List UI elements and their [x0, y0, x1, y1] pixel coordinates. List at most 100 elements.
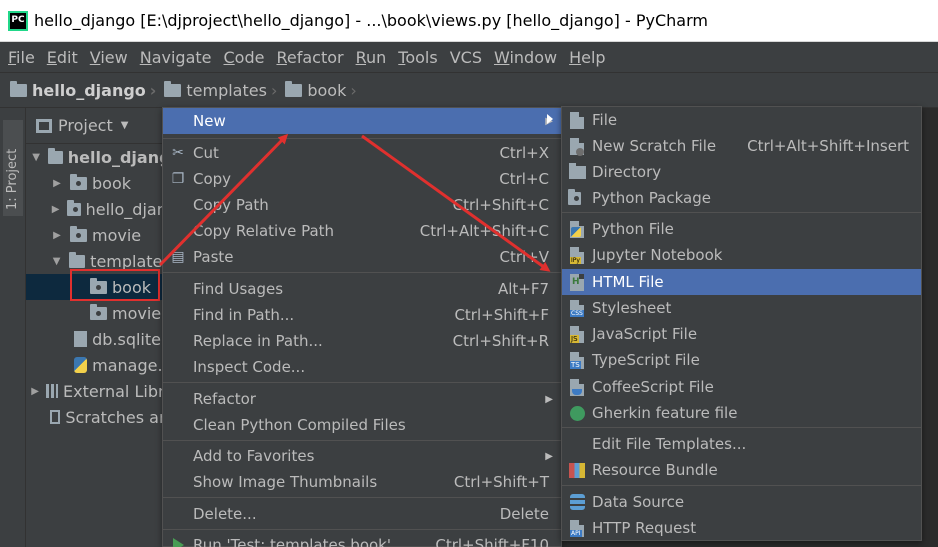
window-title-bar: PC hello_django [E:\djproject\hello_djan… — [0, 0, 938, 42]
expand-arrow-icon[interactable]: ▼ — [30, 152, 42, 163]
copy-icon: ❐ — [171, 171, 185, 187]
tree-item-book[interactable]: ▶ book — [26, 170, 166, 196]
menu-view[interactable]: View — [84, 48, 134, 67]
submenu-arrow-icon: ▶ — [545, 450, 553, 462]
expand-arrow-icon[interactable]: ▼ — [50, 256, 63, 267]
menu-item-show-thumbnails[interactable]: Show Image Thumbnails Ctrl+Shift+T — [163, 469, 561, 495]
tree-item-hello-django-root[interactable]: ▼ hello_django — [26, 144, 166, 170]
folder-icon — [90, 303, 107, 320]
menu-item-run-test[interactable]: Run 'Test: templates.book' Ctrl+Shift+F1… — [163, 532, 561, 547]
new-submenu: File New Scratch File Ctrl+Alt+Shift+Ins… — [561, 106, 922, 541]
submenu-item-resource-bundle[interactable]: Resource Bundle — [562, 457, 921, 483]
window-title: hello_django [E:\djproject\hello_django]… — [34, 11, 708, 30]
menu-separator — [562, 485, 921, 486]
submenu-item-gherkin-feature[interactable]: Gherkin feature file — [562, 400, 921, 426]
tree-item-templates-movie[interactable]: movie — [26, 300, 166, 326]
menu-item-find-in-path[interactable]: Find in Path... Ctrl+Shift+F — [163, 302, 561, 328]
project-view-icon — [36, 118, 52, 133]
menu-run[interactable]: Run — [350, 48, 393, 67]
menu-file[interactable]: File — [2, 48, 41, 67]
submenu-item-python-file[interactable]: Python File — [562, 216, 921, 242]
menu-item-find-usages[interactable]: Find Usages Alt+F7 — [163, 276, 561, 302]
resource-bundle-icon — [568, 461, 586, 479]
collapse-arrow-icon[interactable]: ▶ — [30, 386, 40, 397]
breadcrumb-item-book[interactable]: book › — [285, 80, 360, 100]
tree-item-external-libraries[interactable]: ▶ External Libraries — [26, 378, 166, 404]
project-panel-header[interactable]: Project ▼ — [26, 108, 166, 144]
folder-icon — [164, 80, 182, 97]
submenu-item-python-package[interactable]: Python Package — [562, 185, 921, 211]
menu-refactor[interactable]: Refactor — [270, 48, 349, 67]
submenu-item-http-request[interactable]: HTTP Request — [562, 515, 921, 541]
submenu-item-data-source[interactable]: Data Source — [562, 489, 921, 515]
run-icon — [169, 536, 187, 547]
file-icon — [568, 111, 586, 129]
menu-item-copy-path[interactable]: Copy Path Ctrl+Shift+C — [163, 192, 561, 218]
collapse-arrow-icon[interactable]: ▶ — [50, 178, 64, 189]
menu-code[interactable]: Code — [218, 48, 271, 67]
tree-item-manage-py[interactable]: manage.py — [26, 352, 166, 378]
pycharm-logo-icon: PC — [8, 10, 28, 31]
scratches-icon — [50, 410, 61, 424]
menu-item-inspect-code[interactable]: Inspect Code... — [163, 354, 561, 380]
python-file-icon — [568, 220, 586, 238]
coffee-file-icon — [568, 378, 586, 396]
chevron-right-icon: › — [149, 80, 157, 100]
menu-tools[interactable]: Tools — [392, 48, 443, 67]
chevron-right-icon: › — [270, 80, 278, 100]
menu-help[interactable]: Help — [563, 48, 611, 67]
menu-window[interactable]: Window — [488, 48, 563, 67]
submenu-item-coffeescript-file[interactable]: CoffeeScript File — [562, 374, 921, 400]
menu-separator — [163, 497, 561, 498]
submenu-item-new-scratch-file[interactable]: New Scratch File Ctrl+Alt+Shift+Insert — [562, 133, 921, 159]
tree-item-hello-django[interactable]: ▶ hello_django — [26, 196, 166, 222]
menu-item-replace-in-path[interactable]: Replace in Path... Ctrl+Shift+R — [163, 328, 561, 354]
folder-icon — [285, 80, 303, 97]
menu-navigate[interactable]: Navigate — [134, 48, 218, 67]
python-file-icon — [74, 357, 88, 373]
menu-item-new[interactable]: New ▶ — [163, 108, 561, 134]
menu-item-copy-relative-path[interactable]: Copy Relative Path Ctrl+Alt+Shift+C — [163, 218, 561, 244]
submenu-arrow-icon: ▶ — [545, 393, 553, 405]
menu-separator — [163, 529, 561, 530]
directory-icon — [568, 162, 586, 181]
menu-separator — [163, 440, 561, 441]
menu-item-clean-compiled[interactable]: Clean Python Compiled Files — [163, 412, 561, 438]
annotation-highlight-box — [70, 269, 160, 301]
mouse-cursor-icon — [547, 114, 553, 124]
dropdown-caret-icon[interactable]: ▼ — [121, 120, 129, 131]
breadcrumb-item-templates[interactable]: templates › — [164, 80, 281, 100]
submenu-item-edit-file-templates[interactable]: Edit File Templates... — [562, 431, 921, 457]
submenu-item-directory[interactable]: Directory — [562, 159, 921, 185]
submenu-item-javascript-file[interactable]: JavaScript File — [562, 321, 921, 347]
menu-item-refactor[interactable]: Refactor ▶ — [163, 386, 561, 412]
menu-item-copy[interactable]: ❐ Copy Ctrl+C — [163, 166, 561, 192]
submenu-item-typescript-file[interactable]: TypeScript File — [562, 347, 921, 373]
submenu-item-html-file[interactable]: HTML File — [562, 269, 921, 295]
tree-item-movie[interactable]: ▶ movie — [26, 222, 166, 248]
project-tool-tab[interactable]: 1: Project — [3, 120, 23, 216]
js-file-icon — [568, 325, 586, 343]
package-folder-icon — [67, 199, 81, 216]
collapse-arrow-icon[interactable]: ▶ — [50, 204, 61, 215]
menu-edit[interactable]: Edit — [41, 48, 84, 67]
jupyter-icon — [568, 246, 586, 264]
http-request-icon — [568, 519, 586, 537]
libraries-icon — [46, 384, 58, 398]
menu-item-add-to-favorites[interactable]: Add to Favorites ▶ — [163, 443, 561, 469]
menu-item-paste[interactable]: ▤ Paste Ctrl+V — [163, 244, 561, 270]
submenu-item-file[interactable]: File — [562, 107, 921, 133]
menu-item-cut[interactable]: ✂ Cut Ctrl+X — [163, 140, 561, 166]
submenu-item-stylesheet[interactable]: Stylesheet — [562, 295, 921, 321]
folder-icon — [48, 147, 63, 164]
tree-item-scratches[interactable]: Scratches and Consoles — [26, 404, 166, 430]
paste-icon: ▤ — [171, 249, 185, 265]
menu-item-delete[interactable]: Delete... Delete — [163, 501, 561, 527]
css-file-icon — [568, 299, 586, 317]
collapse-arrow-icon[interactable]: ▶ — [50, 230, 64, 241]
submenu-item-jupyter-notebook[interactable]: Jupyter Notebook — [562, 242, 921, 268]
menu-vcs[interactable]: VCS — [444, 48, 488, 67]
package-folder-icon — [70, 173, 87, 190]
tree-item-db-sqlite3[interactable]: db.sqlite3 — [26, 326, 166, 352]
breadcrumb-item-project[interactable]: hello_django › — [10, 80, 160, 100]
